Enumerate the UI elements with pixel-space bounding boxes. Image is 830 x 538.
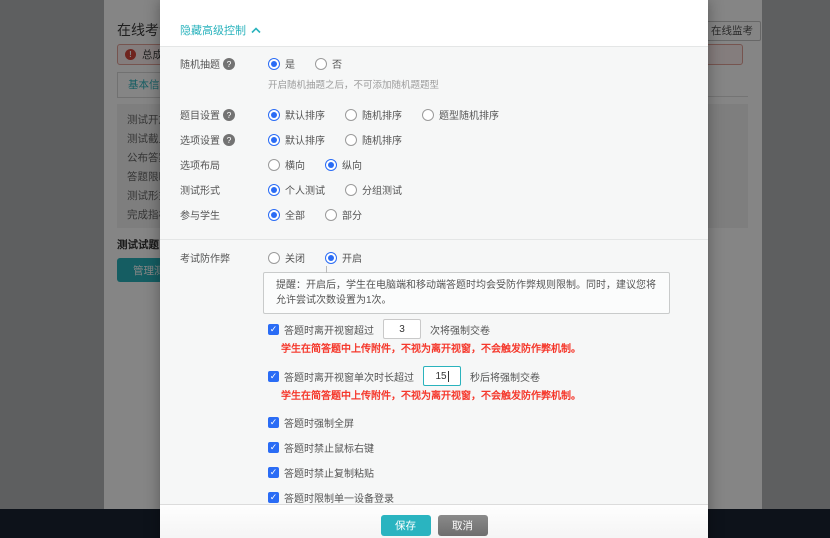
radio-icon — [325, 158, 337, 171]
setting-label: 选项设置 — [180, 136, 220, 147]
setting-label: 考试防作弊 — [180, 254, 230, 265]
radio-icon — [345, 108, 357, 121]
setting-row-option-layout: 选项布局 横向 纵向 — [180, 152, 688, 177]
radio-icon — [325, 208, 337, 221]
help-icon[interactable] — [223, 108, 235, 121]
radio-option[interactable]: 默认排序 — [268, 107, 325, 122]
radio-option[interactable]: 纵向 — [325, 157, 362, 172]
general-settings-section: 随机抽题 是 否 开启随机抽题之后，不可添加随机题题型 题目设置 默认排序 随机… — [160, 47, 708, 240]
radio-icon — [268, 133, 280, 146]
checkbox-icon[interactable] — [268, 441, 279, 453]
setting-row-test-mode: 测试形式 个人测试 分组测试 — [180, 177, 688, 202]
radio-option[interactable]: 全部 — [268, 207, 305, 222]
radio-option[interactable]: 否 — [315, 56, 342, 71]
help-icon[interactable] — [223, 57, 235, 70]
radio-icon — [345, 133, 357, 146]
setting-label: 参与学生 — [180, 211, 220, 222]
advanced-settings-modal: 隐藏高级控制 随机抽题 是 否 开启随机抽题之后，不可添加随机题题型 题 — [160, 0, 708, 538]
setting-row-participants: 参与学生 全部 部分 — [180, 202, 688, 227]
check-leave-count: 答题时离开视窗超过 3 次将强制交卷 — [268, 319, 688, 339]
text-caret — [447, 370, 449, 382]
radio-option[interactable]: 个人测试 — [268, 182, 325, 197]
check-leave-duration: 答题时离开视窗单次时长超过 15 秒后将强制交卷 — [268, 366, 688, 386]
setting-row-anti-cheat: 考试防作弊 关闭 开启 — [180, 245, 688, 270]
checkbox-icon[interactable] — [268, 466, 279, 478]
radio-option[interactable]: 横向 — [268, 157, 305, 172]
radio-icon — [315, 57, 327, 70]
chevron-up-icon — [251, 26, 261, 33]
setting-row-question-order: 题目设置 默认排序 随机排序 题型随机排序 — [180, 102, 688, 127]
modal-header: 隐藏高级控制 — [160, 0, 708, 47]
check-force-fullscreen: 答题时强制全屏 — [268, 415, 688, 430]
random-draw-hint: 开启随机抽题之后，不可添加随机题题型 — [268, 80, 440, 91]
checkbox-icon[interactable] — [268, 323, 279, 335]
radio-icon — [422, 108, 434, 121]
cancel-button[interactable]: 取消 — [437, 515, 488, 536]
setting-label: 选项布局 — [180, 161, 220, 172]
radio-icon — [268, 57, 280, 70]
radio-option[interactable]: 开启 — [325, 250, 362, 265]
checkbox-icon[interactable] — [268, 370, 279, 382]
radio-option[interactable]: 随机排序 — [345, 107, 402, 122]
anti-cheat-tip: 提醒：开启后，学生在电脑端和移动端答题时均会受防作弊规则限制。同时，建议您将允许… — [263, 266, 670, 314]
radio-option[interactable]: 随机排序 — [345, 132, 402, 147]
radio-icon — [268, 183, 280, 196]
radio-option[interactable]: 题型随机排序 — [422, 107, 499, 122]
hide-advanced-link[interactable]: 隐藏高级控制 — [180, 22, 261, 38]
radio-option[interactable]: 分组测试 — [345, 182, 402, 197]
leave-duration-input[interactable]: 15 — [423, 366, 461, 386]
check-disable-copy-paste: 答题时禁止复制粘贴 — [268, 465, 688, 480]
modal-footer: 保存 取消 — [160, 504, 708, 538]
radio-icon — [268, 208, 280, 221]
radio-option[interactable]: 默认排序 — [268, 132, 325, 147]
help-icon[interactable] — [223, 133, 235, 146]
leave-count-note: 学生在简答题中上传附件，不视为离开视窗，不会触发防作弊机制。 — [281, 344, 581, 355]
radio-icon — [325, 251, 337, 264]
setting-label: 随机抽题 — [180, 60, 220, 71]
radio-icon — [268, 251, 280, 264]
setting-row-random-draw: 随机抽题 是 否 — [180, 51, 688, 76]
setting-label: 测试形式 — [180, 186, 220, 197]
radio-option[interactable]: 部分 — [325, 207, 362, 222]
checkbox-icon[interactable] — [268, 416, 279, 428]
check-disable-right-click: 答题时禁止鼠标右键 — [268, 440, 688, 455]
setting-label: 题目设置 — [180, 111, 220, 122]
check-single-device-login: 答题时限制单一设备登录 — [268, 490, 688, 505]
anti-cheat-section: 考试防作弊 关闭 开启 提醒：开启后，学生在电脑端和移动端答题时均会受防作弊规则… — [160, 240, 708, 505]
setting-row-option-order: 选项设置 默认排序 随机排序 — [180, 127, 688, 152]
page: 在线考试 在线监考 ! 总成 基本信息 测试开放 测试截止 公布答案 答题限时 … — [0, 0, 830, 538]
leave-count-input[interactable]: 3 — [383, 319, 421, 339]
checkbox-icon[interactable] — [268, 491, 279, 503]
radio-icon — [268, 158, 280, 171]
radio-option[interactable]: 是 — [268, 56, 295, 71]
radio-icon — [345, 183, 357, 196]
save-button[interactable]: 保存 — [380, 515, 431, 536]
leave-duration-note: 学生在简答题中上传附件，不视为离开视窗，不会触发防作弊机制。 — [281, 391, 581, 402]
radio-icon — [268, 108, 280, 121]
radio-option[interactable]: 关闭 — [268, 250, 305, 265]
